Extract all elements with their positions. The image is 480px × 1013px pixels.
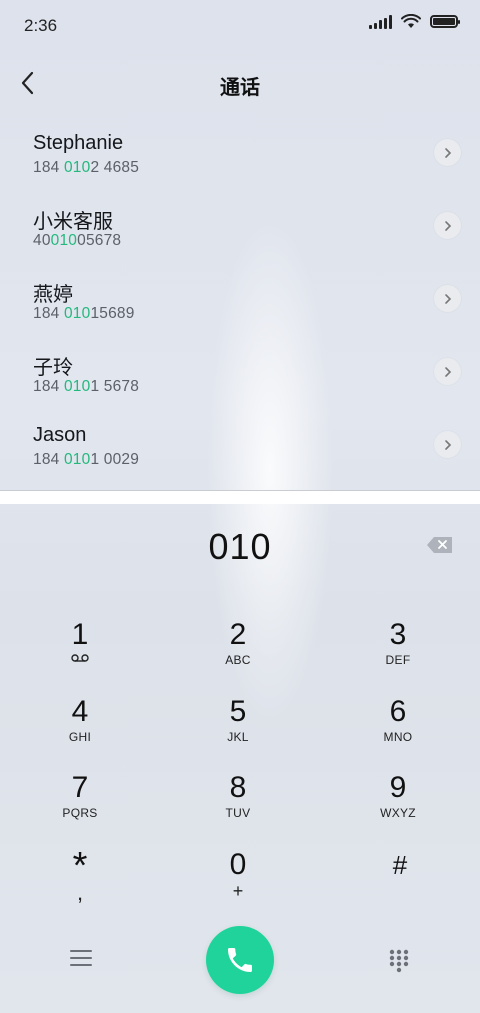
key-letters: , (76, 880, 84, 905)
status-time: 2:36 (24, 16, 58, 35)
number-match-highlight: 010 (63, 378, 91, 395)
key-2[interactable]: 2 ABC (178, 618, 298, 688)
battery-level (433, 18, 455, 25)
contact-number: 184 0102 4685 (33, 159, 140, 176)
number-match-highlight: 010 (63, 451, 91, 468)
key-star[interactable]: * , (20, 845, 140, 918)
call-button[interactable] (206, 926, 274, 994)
backspace-icon[interactable] (426, 535, 454, 555)
contact-suggestion-list: Stephanie 184 0102 4685 小米客服 4001005678 … (0, 122, 480, 487)
key-letters: TUV (225, 806, 251, 820)
key-digit: 5 (229, 695, 247, 728)
key-letters: WXYZ (380, 806, 416, 820)
key-digit: 7 (71, 771, 89, 804)
contact-detail-button[interactable] (434, 212, 461, 239)
contact-number: 184 01015689 (33, 305, 135, 322)
chevron-right-icon (444, 220, 451, 231)
contact-name: Jason (33, 424, 87, 446)
voicemail-icon (71, 654, 89, 662)
chevron-right-icon (444, 439, 451, 450)
bottom-action-bar (0, 925, 480, 995)
phone-icon (228, 948, 252, 972)
key-letters: + (232, 881, 244, 901)
key-letters: DEF (385, 653, 411, 667)
key-6[interactable]: 6 MNO (338, 695, 458, 765)
number-match-highlight: 010 (63, 159, 91, 176)
key-letters: PQRS (62, 806, 98, 820)
contact-row[interactable]: Stephanie 184 0102 4685 (0, 122, 480, 195)
contact-name: Stephanie (33, 132, 124, 154)
contact-detail-button[interactable] (434, 431, 461, 458)
contact-name: 子玲 (33, 357, 73, 379)
contact-row[interactable]: 燕婷 184 01015689 (0, 268, 480, 341)
key-1[interactable]: 1 (20, 618, 140, 688)
chevron-right-icon (444, 366, 451, 377)
chevron-right-icon (444, 147, 451, 158)
key-digit: 4 (71, 695, 89, 728)
key-letters: JKL (227, 730, 249, 744)
contact-number: 4001005678 (33, 232, 122, 249)
contact-number: 184 0101 5678 (33, 378, 140, 395)
status-bar: 2:36 (0, 0, 480, 52)
key-5[interactable]: 5 JKL (178, 695, 298, 765)
list-divider (0, 490, 480, 504)
battery-icon (430, 15, 460, 28)
contact-detail-button[interactable] (434, 139, 461, 166)
key-7[interactable]: 7 PQRS (20, 771, 140, 841)
key-digit: 6 (389, 695, 407, 728)
chevron-right-icon (444, 293, 451, 304)
key-digit: 9 (389, 771, 407, 804)
contact-name: 小米客服 (33, 211, 113, 233)
key-3[interactable]: 3 DEF (338, 618, 458, 688)
key-digit: * (72, 845, 88, 887)
contact-row[interactable]: 小米客服 4001005678 (0, 195, 480, 268)
key-9[interactable]: 9 WXYZ (338, 771, 458, 841)
contact-detail-button[interactable] (434, 358, 461, 385)
key-digit: 3 (389, 618, 407, 651)
key-0[interactable]: 0 + (178, 848, 298, 918)
key-8[interactable]: 8 TUV (178, 771, 298, 841)
key-4[interactable]: 4 GHI (20, 695, 140, 765)
status-icons (369, 14, 460, 29)
contact-row[interactable]: Jason 184 0101 0029 (0, 414, 480, 487)
key-hash[interactable]: # (340, 848, 460, 918)
key-digit: 0 (229, 848, 247, 881)
contact-row[interactable]: 子玲 184 0101 5678 (0, 341, 480, 414)
contact-detail-button[interactable] (434, 285, 461, 312)
key-letters: MNO (383, 730, 413, 744)
contact-number: 184 0101 0029 (33, 451, 140, 468)
number-match-highlight: 010 (50, 232, 78, 249)
key-letters: ABC (225, 653, 251, 667)
header: 通话 (0, 56, 480, 112)
key-letters: GHI (68, 730, 92, 744)
key-digit: 2 (229, 618, 247, 651)
page-title: 通话 (220, 77, 260, 99)
key-digit: 1 (71, 618, 89, 651)
menu-icon[interactable] (70, 950, 92, 968)
contact-name: 燕婷 (33, 284, 73, 306)
signal-icon (369, 14, 392, 29)
key-digit: 8 (229, 771, 247, 804)
number-match-highlight: 010 (63, 305, 91, 322)
dialpad-icon[interactable] (389, 949, 409, 973)
key-digit: # (392, 850, 408, 880)
wifi-icon (401, 14, 421, 28)
dialed-number-display: 010 (208, 526, 272, 567)
